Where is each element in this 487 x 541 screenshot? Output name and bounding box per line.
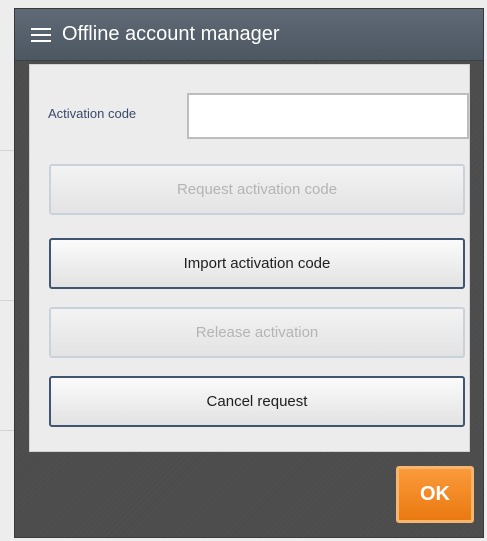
- release-activation-button[interactable]: Release activation: [49, 307, 465, 358]
- import-activation-code-button[interactable]: Import activation code: [49, 238, 465, 289]
- title-bar: Offline account manager: [15, 9, 483, 61]
- offline-account-manager-dialog: Offline account manager Activation code …: [14, 8, 484, 538]
- dialog-title: Offline account manager: [62, 23, 280, 45]
- background-divider: [0, 430, 14, 431]
- background-divider: [0, 300, 14, 301]
- request-activation-code-button[interactable]: Request activation code: [49, 164, 465, 215]
- hamburger-menu-icon[interactable]: [31, 28, 51, 42]
- ok-button[interactable]: OK: [396, 466, 474, 523]
- cancel-request-button[interactable]: Cancel request: [49, 376, 465, 427]
- activation-code-input[interactable]: [187, 93, 469, 139]
- background-divider: [0, 150, 14, 151]
- form-panel: Activation code Request activation code …: [29, 64, 470, 452]
- activation-code-label: Activation code: [48, 106, 137, 121]
